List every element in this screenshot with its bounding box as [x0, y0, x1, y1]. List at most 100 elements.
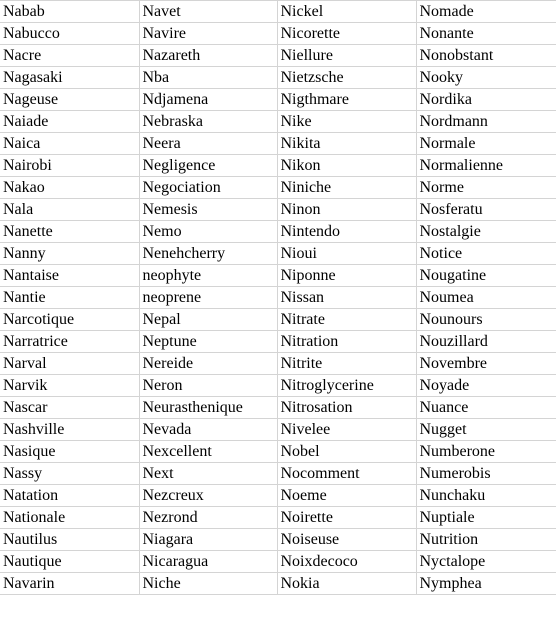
cell[interactable]: Nevada — [138, 418, 278, 441]
cell[interactable]: Nitroglycerine — [276, 374, 417, 397]
cell[interactable]: Nitration — [276, 330, 417, 353]
cell[interactable]: Numerobis — [415, 462, 556, 485]
cell[interactable]: Nintendo — [276, 220, 417, 243]
cell[interactable]: Neurasthenique — [138, 396, 278, 419]
cell[interactable]: Nooky — [415, 66, 556, 89]
cell[interactable]: Natation — [0, 484, 140, 507]
cell[interactable]: Nagasaki — [0, 66, 140, 89]
cell[interactable]: Noirette — [276, 506, 417, 529]
cell[interactable]: Ndjamena — [138, 88, 278, 111]
cell[interactable]: Nioui — [276, 242, 417, 265]
cell[interactable]: Neron — [138, 374, 278, 397]
cell[interactable]: Nenehcherry — [138, 242, 278, 265]
cell[interactable]: Nereide — [138, 352, 278, 375]
cell[interactable]: Nantaise — [0, 264, 140, 287]
cell[interactable]: Nietzsche — [276, 66, 417, 89]
cell[interactable]: Navire — [138, 22, 278, 45]
cell[interactable]: Nordmann — [415, 110, 556, 133]
cell[interactable]: Nitrate — [276, 308, 417, 331]
cell[interactable]: Nocomment — [276, 462, 417, 485]
cell[interactable]: Nezcreux — [138, 484, 278, 507]
cell[interactable]: Nymphea — [415, 572, 556, 595]
cell[interactable]: Nashville — [0, 418, 140, 441]
cell[interactable]: Nounours — [415, 308, 556, 331]
cell[interactable]: Nationale — [0, 506, 140, 529]
cell[interactable]: Noiseuse — [276, 528, 417, 551]
cell[interactable]: Nazareth — [138, 44, 278, 67]
cell[interactable]: Nonobstant — [415, 44, 556, 67]
cell[interactable]: Nomade — [415, 0, 556, 23]
cell[interactable]: Nobel — [276, 440, 417, 463]
cell[interactable]: Nasique — [0, 440, 140, 463]
cell[interactable]: Nigthmare — [276, 88, 417, 111]
cell[interactable]: Neera — [138, 132, 278, 155]
cell[interactable]: Nike — [276, 110, 417, 133]
cell[interactable]: Nabab — [0, 0, 140, 23]
cell[interactable]: Noumea — [415, 286, 556, 309]
cell[interactable]: Narcotique — [0, 308, 140, 331]
cell[interactable]: Normale — [415, 132, 556, 155]
cell[interactable]: Nuance — [415, 396, 556, 419]
cell[interactable]: Nokia — [276, 572, 417, 595]
cell[interactable]: Nezrond — [138, 506, 278, 529]
cell[interactable]: Nyctalope — [415, 550, 556, 573]
cell[interactable]: Nordika — [415, 88, 556, 111]
cell[interactable]: Nascar — [0, 396, 140, 419]
cell[interactable]: Naica — [0, 132, 140, 155]
cell[interactable]: neoprene — [138, 286, 278, 309]
cell[interactable]: Nautique — [0, 550, 140, 573]
cell[interactable]: Nunchaku — [415, 484, 556, 507]
cell[interactable]: Navarin — [0, 572, 140, 595]
cell[interactable]: Noeme — [276, 484, 417, 507]
cell[interactable]: Nivelee — [276, 418, 417, 441]
cell[interactable]: Nicaragua — [138, 550, 278, 573]
cell[interactable]: Novembre — [415, 352, 556, 375]
cell[interactable]: Nageuse — [0, 88, 140, 111]
cell[interactable]: Nonante — [415, 22, 556, 45]
cell[interactable]: Nala — [0, 198, 140, 221]
cell[interactable]: Nemesis — [138, 198, 278, 221]
cell[interactable]: Narvik — [0, 374, 140, 397]
cell[interactable]: Norme — [415, 176, 556, 199]
cell[interactable]: Nba — [138, 66, 278, 89]
cell[interactable]: neophyte — [138, 264, 278, 287]
cell[interactable]: Naiade — [0, 110, 140, 133]
cell[interactable]: Nosferatu — [415, 198, 556, 221]
cell[interactable]: Nanny — [0, 242, 140, 265]
cell[interactable]: Niponne — [276, 264, 417, 287]
cell[interactable]: Ninon — [276, 198, 417, 221]
cell[interactable]: Nautilus — [0, 528, 140, 551]
cell[interactable]: Nepal — [138, 308, 278, 331]
cell[interactable]: Noyade — [415, 374, 556, 397]
cell[interactable]: Nutrition — [415, 528, 556, 551]
cell[interactable]: Nakao — [0, 176, 140, 199]
cell[interactable]: Negociation — [138, 176, 278, 199]
cell[interactable]: Nemo — [138, 220, 278, 243]
cell[interactable]: Negligence — [138, 154, 278, 177]
cell[interactable]: Nairobi — [0, 154, 140, 177]
cell[interactable]: Niniche — [276, 176, 417, 199]
cell[interactable]: Nantie — [0, 286, 140, 309]
cell[interactable]: Nanette — [0, 220, 140, 243]
cell[interactable]: Nostalgie — [415, 220, 556, 243]
cell[interactable]: Navet — [138, 0, 278, 23]
cell[interactable]: Nacre — [0, 44, 140, 67]
cell[interactable]: Nabucco — [0, 22, 140, 45]
cell[interactable]: Nickel — [276, 0, 417, 23]
cell[interactable]: Nugget — [415, 418, 556, 441]
cell[interactable]: Niche — [138, 572, 278, 595]
cell[interactable]: Nissan — [276, 286, 417, 309]
cell[interactable]: Nebraska — [138, 110, 278, 133]
cell[interactable]: Nuptiale — [415, 506, 556, 529]
cell[interactable]: Neptune — [138, 330, 278, 353]
cell[interactable]: Nitrosation — [276, 396, 417, 419]
cell[interactable]: Narval — [0, 352, 140, 375]
cell[interactable]: Nexcellent — [138, 440, 278, 463]
cell[interactable]: Next — [138, 462, 278, 485]
cell[interactable]: Noixdecoco — [276, 550, 417, 573]
cell[interactable]: Narratrice — [0, 330, 140, 353]
cell[interactable]: Nikon — [276, 154, 417, 177]
cell[interactable]: Numberone — [415, 440, 556, 463]
cell[interactable]: Nicorette — [276, 22, 417, 45]
cell[interactable]: Normalienne — [415, 154, 556, 177]
